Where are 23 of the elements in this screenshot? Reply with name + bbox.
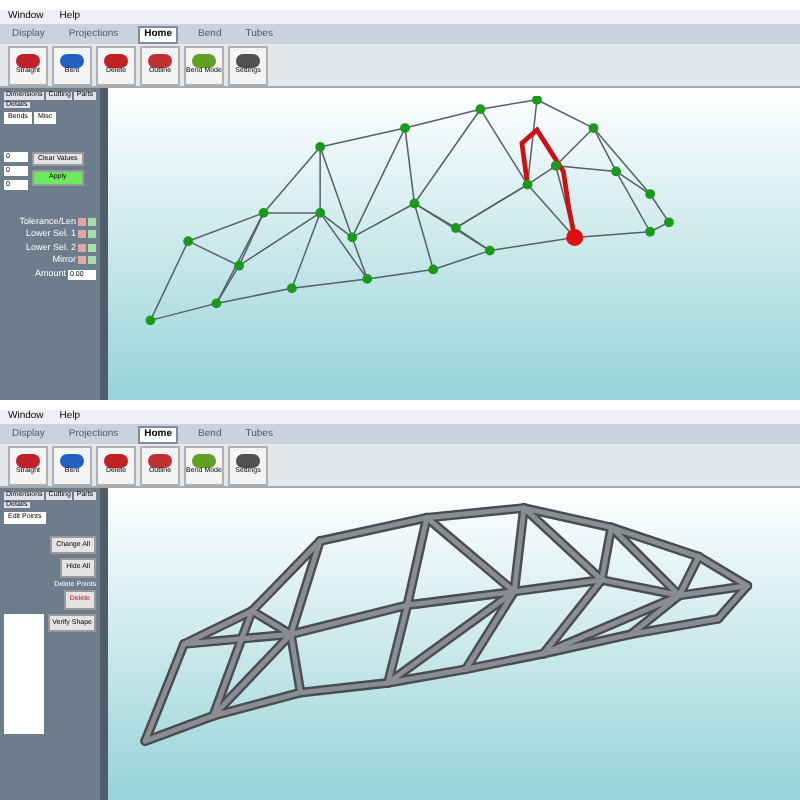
plus-box[interactable] [88, 256, 96, 265]
tool-icon [16, 454, 40, 469]
tool-icon [60, 454, 84, 469]
tool-icon [192, 454, 216, 469]
points-list[interactable] [4, 613, 45, 733]
minus-box[interactable] [78, 217, 86, 226]
plus-box[interactable] [88, 243, 96, 252]
tool-icon [104, 454, 128, 469]
tool-icon [236, 454, 260, 469]
tool-icon [148, 54, 172, 69]
tool-icon [60, 54, 84, 69]
plus-box[interactable] [88, 217, 96, 226]
tool-icon [104, 54, 128, 69]
minus-box[interactable] [78, 256, 86, 265]
tool-icon [192, 54, 216, 69]
tool-icon [236, 54, 260, 69]
minus-box[interactable] [78, 243, 86, 252]
plus-box[interactable] [88, 230, 96, 239]
tool-icon [148, 454, 172, 469]
minus-box[interactable] [78, 230, 86, 239]
3d-viewport[interactable] [108, 488, 800, 800]
tool-icon [16, 54, 40, 69]
3d-viewport[interactable] [108, 88, 800, 400]
